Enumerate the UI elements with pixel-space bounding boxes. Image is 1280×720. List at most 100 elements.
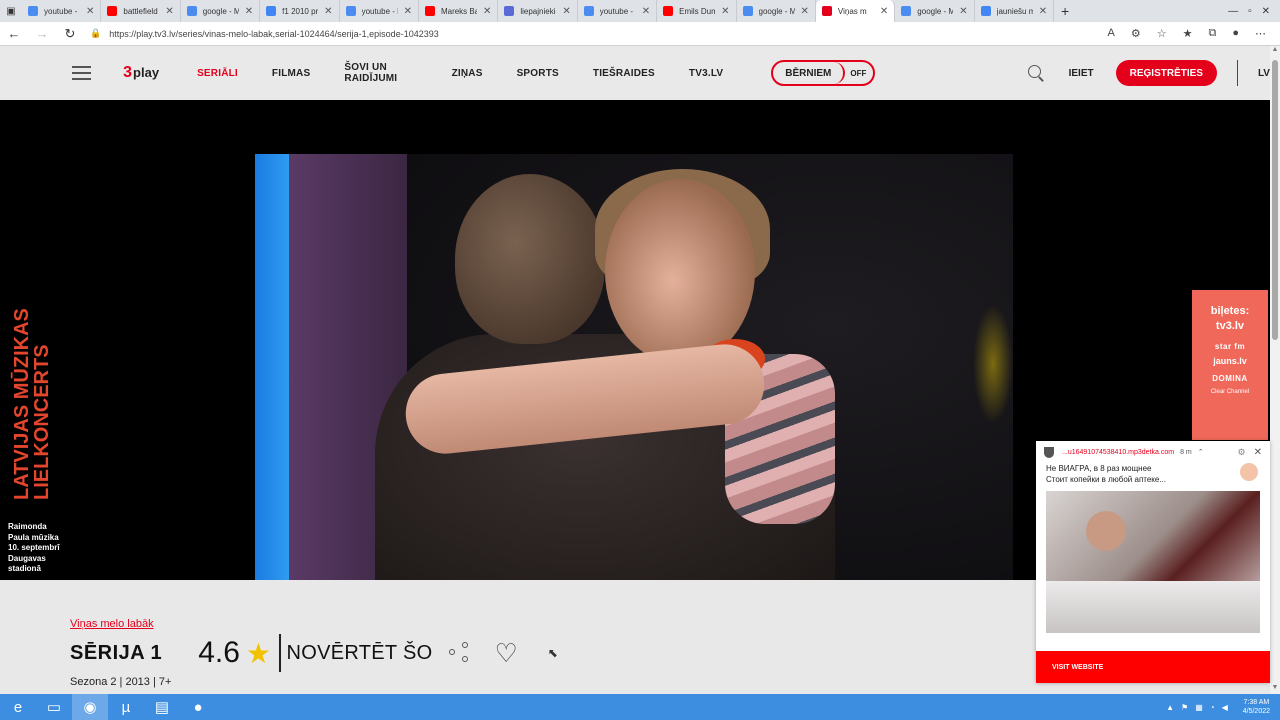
tab-close-icon[interactable]: ✕ (642, 6, 650, 17)
tab-close-icon[interactable]: ✕ (959, 6, 967, 17)
url-field[interactable]: 🔒 https://play.tv3.lv/series/vinas-melo-… (90, 28, 1108, 39)
tab-close-icon[interactable]: ✕ (165, 6, 173, 17)
browser-tab[interactable]: google - Ma ✕ (737, 0, 816, 22)
scroll-down-icon[interactable]: ▼ (1270, 684, 1280, 694)
tab-close-icon[interactable]: ✕ (562, 6, 570, 17)
heart-icon[interactable]: ♡ (494, 640, 517, 666)
tab-close-icon[interactable]: ✕ (324, 6, 332, 17)
tv3-icon (821, 6, 832, 16)
browser-tab[interactable]: youtube - M ✕ (340, 0, 419, 22)
sponsor-domina: DOMINA (1212, 374, 1248, 383)
browser-tab-label: youtube - M (44, 6, 80, 16)
search-icon (901, 6, 912, 16)
chevron-up-icon[interactable]: ⌃ (1198, 448, 1204, 456)
concert-ad-title: LATVIJAS MŪZIKAS LIELKONCERTS (11, 308, 53, 500)
tab-close-icon[interactable]: ✕ (880, 6, 888, 17)
search-icon (742, 6, 753, 16)
share-icon[interactable] (448, 642, 470, 664)
rate-this-button[interactable]: NOVĒRTĒT ŠO (287, 642, 433, 665)
concert-ad-left[interactable]: LATVIJAS MŪZIKAS LIELKONCERTS Raimonda P… (0, 100, 250, 580)
browser-tab[interactable]: jauniešu mū ✕ (975, 0, 1055, 22)
favorites-icon[interactable]: ★ (1183, 27, 1193, 40)
language-selector[interactable]: LV (1258, 68, 1270, 79)
series-link[interactable]: Viņas melo labāk (70, 618, 558, 630)
edge-browser-icon[interactable]: ◉ (72, 694, 108, 720)
tab-close-icon[interactable]: ✕ (404, 6, 412, 17)
tray-volume-icon[interactable]: ◀ (1222, 703, 1228, 712)
window-menu-icon[interactable]: ▣ (0, 0, 22, 22)
register-button[interactable]: REĢISTRĒTIES (1115, 60, 1217, 86)
browser-tab[interactable]: google - Ma ✕ (181, 0, 261, 22)
tray-flag-icon[interactable]: ⚑ (1181, 703, 1188, 712)
gear-icon[interactable]: ⚙ (1238, 447, 1246, 458)
tray-expand-icon[interactable]: ▲ (1166, 703, 1174, 712)
new-tab-icon[interactable]: + (1054, 3, 1076, 19)
tv3-play-logo[interactable]: 3 play (123, 64, 159, 82)
browser-tab-label: Mareks Bach (440, 6, 477, 16)
reload-icon[interactable]: ↻ (56, 26, 84, 42)
tab-close-icon[interactable]: ✕ (721, 6, 729, 17)
maximize-icon[interactable]: ▫ (1248, 6, 1252, 17)
browser-tab[interactable]: battlefield b ✕ (101, 0, 181, 22)
minimize-icon[interactable]: — (1228, 6, 1238, 17)
kids-mode-toggle[interactable]: BĒRNIEM OFF (771, 60, 876, 86)
video-frame[interactable] (255, 154, 1013, 580)
scrollbar-thumb[interactable] (1272, 60, 1278, 340)
browser-tab[interactable]: Viņas m ✕ (815, 0, 896, 22)
browser-tab[interactable]: f1 2010 prob ✕ (260, 0, 340, 22)
browser-tab[interactable]: Emils Dumo ✕ (657, 0, 737, 22)
nav-live[interactable]: TIEŠRAIDES (593, 68, 655, 79)
login-link[interactable]: IEIET (1069, 68, 1094, 79)
favorite-star-icon[interactable]: ☆ (1157, 27, 1167, 40)
nav-shows[interactable]: ŠOVI UN RAIDĪJUMI (344, 62, 417, 84)
browser-tab-label: google - Ma (202, 6, 239, 16)
close-window-icon[interactable]: ✕ (1262, 6, 1270, 17)
tab-close-icon[interactable]: ✕ (1039, 6, 1047, 17)
nav-movies[interactable]: FILMAS (272, 68, 310, 79)
forward-icon[interactable]: → (28, 26, 56, 41)
system-clock[interactable]: 7:38 AM 4/5/2022 (1243, 698, 1270, 716)
read-aloud-icon[interactable]: A (1108, 27, 1115, 40)
nav-news[interactable]: ZIŅAS (452, 68, 483, 79)
collections-icon[interactable]: ⧉ (1208, 27, 1216, 40)
tab-close-icon[interactable]: ✕ (801, 6, 809, 17)
file-explorer-icon[interactable]: ▭ (36, 694, 72, 720)
internet-explorer-icon[interactable]: e (0, 694, 36, 720)
main-nav: SERIĀLI FILMAS ŠOVI UN RAIDĪJUMI ZIŅAS S… (197, 62, 757, 84)
browser-tab[interactable]: google - Ma ✕ (895, 0, 975, 22)
tray-wifi-icon[interactable]: ◔ (1210, 703, 1215, 712)
browser-tab[interactable]: liepajniekier ✕ (498, 0, 578, 22)
tab-close-icon[interactable]: ✕ (483, 6, 491, 17)
browser-tab[interactable]: youtube - M ✕ (22, 0, 102, 22)
back-icon[interactable]: ← (0, 26, 28, 41)
more-icon[interactable]: ⋯ (1255, 27, 1266, 40)
hamburger-menu-icon[interactable] (72, 66, 92, 80)
sponsor-clear-channel: Clear Channel (1210, 389, 1250, 395)
popup-ad-image[interactable] (1046, 491, 1260, 633)
lock-icon[interactable]: 🔒 (90, 28, 101, 39)
obs-icon[interactable]: ● (180, 694, 216, 720)
browser-tab[interactable]: Mareks Bach ✕ (419, 0, 499, 22)
search-icon[interactable] (1027, 64, 1044, 82)
tray-network-icon[interactable]: ▦ (1195, 703, 1203, 712)
tab-close-icon[interactable]: ✕ (86, 6, 94, 17)
close-icon[interactable]: ✕ (1254, 447, 1262, 458)
google-icon (266, 6, 277, 16)
profile-icon[interactable]: ● (1232, 27, 1239, 40)
extension-icon[interactable]: ⚙ (1131, 27, 1141, 40)
ticket-ad-right[interactable]: biļetes: tv3.lv star fm jauns.lv DOMINA … (1192, 290, 1268, 440)
tab-strip: youtube - M✕battlefield b✕google - Ma✕f1… (22, 0, 1055, 22)
notification-ad-popup[interactable]: ...u16491074538410.mp3detka.com 8 m ⌃ ⚙ … (1036, 441, 1270, 683)
utorrent-icon[interactable]: µ (108, 694, 144, 720)
page-scrollbar[interactable]: ▲ ▼ (1270, 46, 1280, 694)
visit-website-button[interactable]: VISIT WEBSITE (1036, 651, 1270, 683)
tab-close-icon[interactable]: ✕ (245, 6, 253, 17)
scroll-up-icon[interactable]: ▲ (1270, 46, 1280, 56)
nav-sports[interactable]: SPORTS (517, 68, 559, 79)
browser-tab[interactable]: youtube - M ✕ (578, 0, 658, 22)
address-bar: ← → ↻ 🔒 https://play.tv3.lv/series/vinas… (0, 22, 1280, 46)
star-icon: ★ (245, 637, 272, 669)
nav-serials[interactable]: SERIĀLI (197, 68, 238, 79)
remote-desktop-icon[interactable]: ▤ (144, 694, 180, 720)
nav-tv3lv[interactable]: TV3.LV (689, 68, 723, 79)
